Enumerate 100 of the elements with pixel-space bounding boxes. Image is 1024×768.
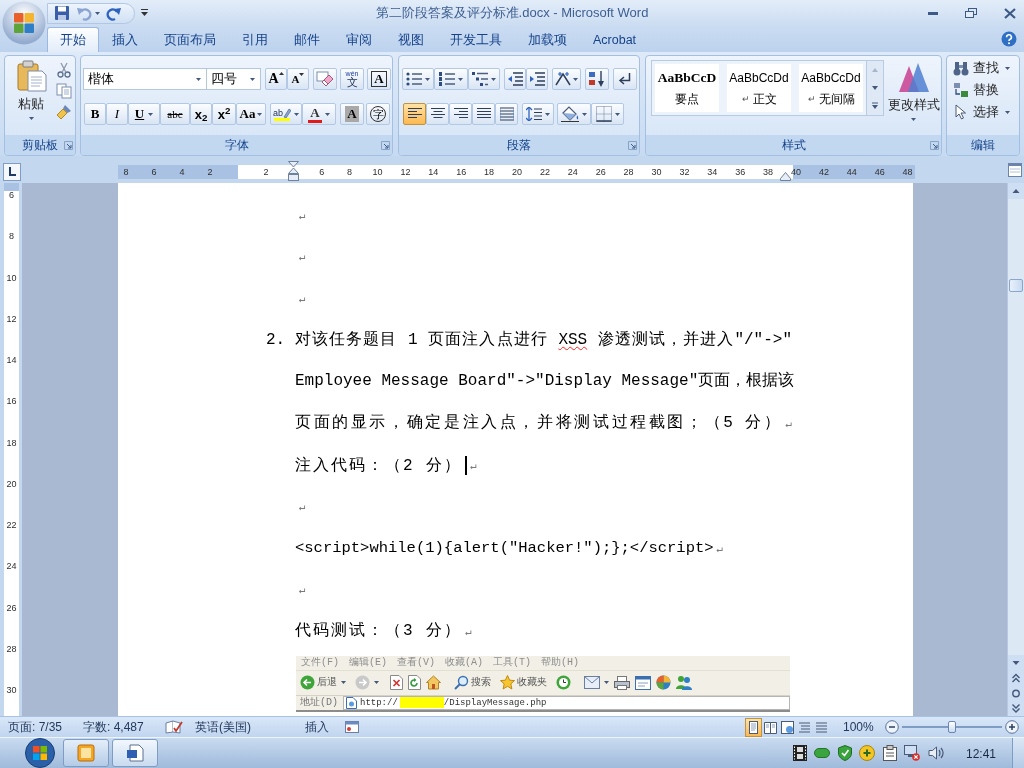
font-name-field[interactable]: 楷体 [83,68,207,90]
grow-font-button[interactable]: A [265,68,287,90]
select-button[interactable]: 选择 [953,101,1019,123]
ribbon-tab[interactable]: 引用 [229,27,281,52]
ruler-number: 30 [6,684,17,696]
ribbon-tab[interactable]: 视图 [385,27,437,52]
sort-button[interactable] [585,68,609,90]
book-view-icon [764,720,777,734]
pill-icon[interactable] [814,748,831,758]
align-button[interactable] [449,103,472,125]
dialog-launcher-icon[interactable] [627,140,637,150]
redo-arrow-icon[interactable] [106,5,122,21]
restore-icon[interactable] [965,8,977,18]
zoom-in-icon[interactable] [1005,720,1019,734]
align-button[interactable] [426,103,449,125]
previous-page-icon[interactable] [1008,671,1024,686]
shield-icon[interactable] [837,745,852,761]
view-button[interactable] [745,717,762,737]
network-error-icon[interactable] [904,745,921,761]
ribbon-tab[interactable]: 邮件 [281,27,333,52]
align-button[interactable] [472,103,495,125]
minimize-icon[interactable] [928,11,938,15]
replace-button[interactable]: 替换 [953,79,1019,101]
show-marks-button[interactable] [613,68,637,90]
dialog-launcher-icon[interactable] [929,140,939,150]
scissors-icon[interactable] [56,62,72,78]
ribbon-tab[interactable]: 开始 [47,27,99,52]
page-indicator[interactable]: 页面: 7/35 [8,720,63,734]
enclose-characters-button[interactable]: 字 [366,103,390,125]
numbering-button[interactable] [434,68,468,90]
ribbon-tab[interactable]: 审阅 [333,27,385,52]
shrink-font-button[interactable]: A [287,68,309,90]
close-icon[interactable] [1004,7,1016,19]
chinese-layout-button[interactable] [552,68,581,90]
ribbon-tab[interactable]: 页面布局 [151,27,229,52]
browse-object-icon[interactable] [1008,686,1024,701]
zoom-slider-thumb[interactable] [948,721,956,733]
word-count[interactable]: 字数: 4,487 [83,720,144,734]
ribbon-tab[interactable]: 加载项 [515,27,580,52]
decrease-indent-button[interactable] [504,68,526,90]
subscript-button[interactable]: x$_{2}$ [190,103,212,125]
insert-mode-indicator[interactable]: 插入 [305,720,329,734]
superscript-button[interactable]: x$^{2}$ [212,103,236,125]
underline-button[interactable]: U [128,103,160,125]
style-gallery-item[interactable]: AaBbCcDd ↵ 无间隔 [799,64,863,112]
speaker-icon[interactable] [927,746,944,760]
character-border-button[interactable]: A [367,68,391,90]
italic-button[interactable]: I [106,103,128,125]
ribbon-tab[interactable]: 开发工具 [437,27,515,52]
style-gallery-item[interactable]: AaBbCcD 要点 [655,64,719,112]
ruler-number: 14 [428,166,439,178]
shading-button[interactable] [557,103,591,125]
clock-icon [556,675,571,690]
character-shading-button[interactable]: A [340,103,364,125]
bold-button[interactable]: B [84,103,106,125]
line-spacing-button[interactable] [522,103,554,125]
font-color-button[interactable]: A [302,103,336,125]
style-gallery-item[interactable]: AaBbCcDd ↵ 正文 [727,64,791,112]
customize-toolbar-icon[interactable] [141,9,148,17]
next-page-icon[interactable] [1008,701,1024,716]
change-case-button[interactable]: Aa [236,103,266,125]
save-icon[interactable] [54,5,70,21]
strikethrough-button[interactable]: abc [160,103,190,125]
tab-stop-selector-icon[interactable] [3,163,21,181]
language-indicator[interactable]: 英语(美国) [195,720,251,734]
bullets-button[interactable] [402,68,434,90]
find-button[interactable]: 查找 [953,57,1019,79]
change-styles-button[interactable]: 更改样式 [886,60,941,136]
zoom-level[interactable]: 100% [843,720,874,734]
help-icon[interactable] [1001,31,1017,47]
ruler-number: 8 [9,230,14,243]
align-button[interactable] [403,103,426,125]
scrollbar-thumb[interactable] [1009,279,1023,292]
view-ruler-icon[interactable] [1008,163,1022,177]
font-size-field[interactable]: 四号 [207,68,261,90]
film-strip-icon[interactable] [792,745,807,761]
ruler-number: 12 [400,166,411,178]
highlight-button[interactable]: ab [270,103,302,125]
zoom-out-icon[interactable] [885,720,899,734]
dialog-launcher-icon[interactable] [63,140,73,150]
right-indent-marker-icon[interactable] [780,172,791,181]
ribbon-tab[interactable]: 插入 [99,27,151,52]
taskbar-button[interactable] [112,739,158,767]
caret-icon [28,117,34,120]
spell-check-icon[interactable] [165,720,183,734]
borders-button[interactable] [591,103,624,125]
plus-badge-icon[interactable] [859,745,876,761]
clock[interactable]: 12:41 [965,747,996,761]
paintbrush-icon[interactable] [56,104,72,120]
increase-indent-button[interactable] [526,68,548,90]
indent-marker-icon[interactable] [288,161,299,181]
dialog-launcher-icon[interactable] [380,140,390,150]
multilevel-list-button[interactable] [468,68,500,90]
macro-record-icon[interactable] [345,721,359,733]
clipboard-device-icon[interactable] [882,745,897,761]
clear-format-button[interactable] [313,68,337,90]
gallery-more-icon[interactable] [867,97,883,115]
down-triangle-icon [299,73,305,76]
ribbon-tab[interactable]: Acrobat [580,27,650,52]
paste-button[interactable]: 粘贴 [10,58,52,134]
